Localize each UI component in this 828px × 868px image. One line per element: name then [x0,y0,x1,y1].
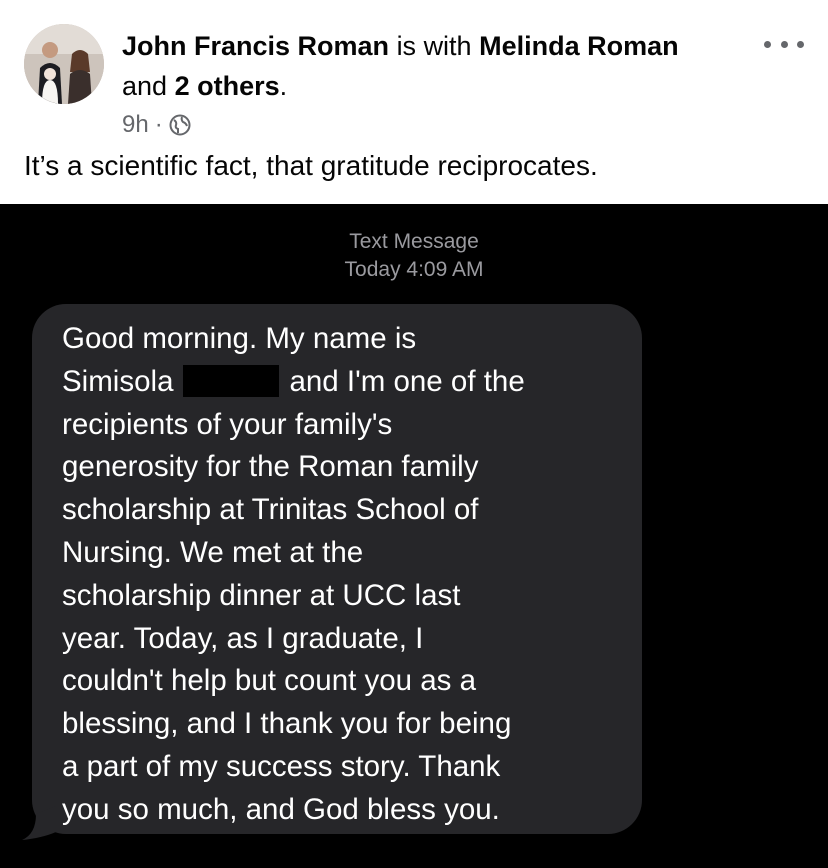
post-caption: It’s a scientific fact, that gratitude r… [24,150,598,181]
more-options-button[interactable] [764,32,804,56]
message-line: couldn't help but count you as a [62,664,477,698]
period-text: . [279,71,288,101]
message-line-fragment: Simisola [62,364,174,398]
message-line-with-redaction: Simisola and I'm one of the [62,361,622,404]
author-avatar[interactable] [24,24,104,104]
message-line: a part of my success story. Thank [62,749,501,783]
redacted-name-box [183,364,280,397]
more-dot [797,40,804,48]
message-line: year. Today, as I graduate, I [62,621,424,655]
message-type-label: Text Message [349,230,479,253]
message-line: generosity for the Roman family [62,450,479,484]
bubble-tail [22,806,56,840]
tagged-person-link[interactable]: Melinda Roman [479,31,679,61]
others-link[interactable]: 2 others [175,71,280,101]
message-timestamp: Today 4:09 AM [344,258,484,281]
and-text: and [122,71,168,101]
avatar-photo [24,24,104,104]
globe-icon[interactable] [169,114,191,136]
message-line: Nursing. We met at the [62,535,364,569]
message-line: recipients of your family's [62,407,393,441]
author-name-link[interactable]: John Francis Roman [122,31,389,61]
message-line: blessing, and I thank you for being [62,707,512,741]
attached-screenshot-image[interactable]: Text Message Today 4:09 AM Good morning.… [0,204,828,868]
message-line: you so much, and God bless you. [62,792,500,826]
post-timestamp[interactable]: 9h [122,111,149,139]
with-text: is with [396,31,472,61]
meta-separator: · [154,111,163,138]
message-line: scholarship dinner at UCC last [62,578,461,612]
post-author-line: John Francis Roman is with Melinda Roman… [122,26,742,106]
post-meta: 9h · [122,110,191,140]
message-line-fragment: and I'm one of the [289,364,525,398]
message-line: scholarship at Trinitas School of [62,493,479,527]
message-line: Good morning. My name is [62,322,417,355]
message-body: Good morning. My name is Simisola and I'm… [62,318,622,832]
post-header: John Francis Roman is with Melinda Roman… [0,0,828,200]
more-dot [780,40,788,48]
more-dot [764,40,771,48]
